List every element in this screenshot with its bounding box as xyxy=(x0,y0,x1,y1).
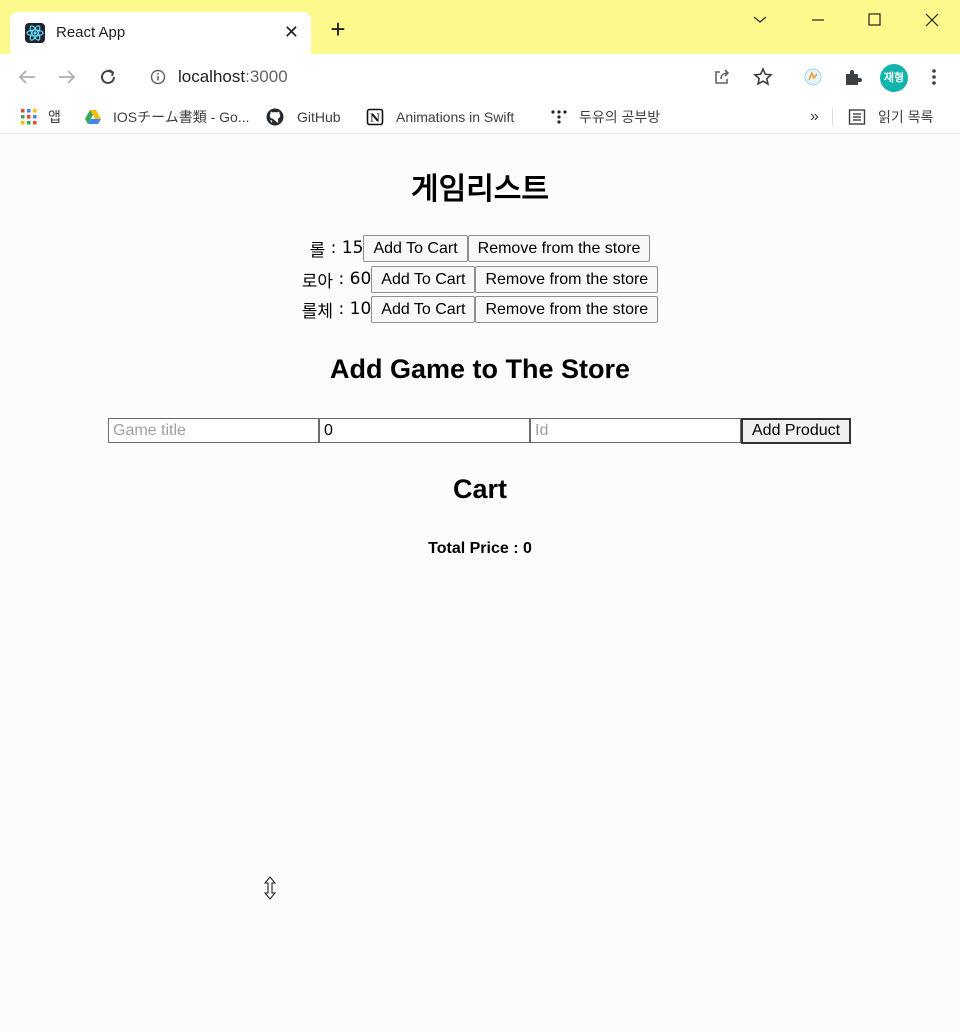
add-game-form: Add Product xyxy=(108,418,852,444)
bookmarks-bar: 앱 IOSチーム書類 - Go... GitHub N Animations i… xyxy=(0,100,960,134)
new-tab-button[interactable]: + xyxy=(326,16,350,42)
reading-list-icon xyxy=(848,108,866,126)
bookmarks-overflow-chevron[interactable]: » xyxy=(810,106,819,128)
remove-from-store-button[interactable]: Remove from the store xyxy=(467,234,651,262)
bookmarks-divider xyxy=(832,108,833,126)
game-name: 롤체 xyxy=(301,301,334,322)
game-name: 롤 xyxy=(309,240,326,261)
profile-avatar[interactable]: 재형 xyxy=(880,64,908,92)
google-drive-icon xyxy=(84,108,102,126)
add-to-cart-button[interactable]: Add To Cart xyxy=(371,295,476,323)
bookmark-github[interactable]: GitHub xyxy=(297,106,341,128)
url-port: :3000 xyxy=(245,67,288,86)
forward-arrow-icon[interactable] xyxy=(55,65,79,89)
game-price: 10 xyxy=(349,299,372,319)
notion-icon: N xyxy=(366,108,384,126)
tab-close-icon[interactable]: ✕ xyxy=(284,21,299,43)
cart-heading: Cart xyxy=(452,474,507,504)
site-info-icon[interactable] xyxy=(150,69,166,85)
more-menu-icon[interactable] xyxy=(922,65,946,89)
remove-from-store-button[interactable]: Remove from the store xyxy=(475,265,659,293)
react-logo-icon xyxy=(25,23,45,43)
share-icon[interactable] xyxy=(710,65,734,89)
dots-logo-icon xyxy=(550,108,568,126)
bookmark-ios-team[interactable]: IOSチーム書類 - Go... xyxy=(113,106,249,128)
game-price: 60 xyxy=(349,269,372,289)
bookmark-animations-swift[interactable]: Animations in Swift xyxy=(396,106,514,128)
back-arrow-icon[interactable] xyxy=(15,65,39,89)
close-window-icon[interactable] xyxy=(920,8,944,32)
total-price: Total Price : 0 xyxy=(428,540,532,557)
game-separator: : xyxy=(333,299,350,319)
game-price-input[interactable] xyxy=(319,418,530,443)
bookmark-apps[interactable]: 앱 xyxy=(48,106,61,128)
tab-title: React App xyxy=(56,24,126,41)
add-product-button[interactable]: Add Product xyxy=(741,418,852,444)
game-list-heading: 게임리스트 xyxy=(411,172,549,207)
game-title-input[interactable] xyxy=(108,418,319,443)
apps-grid-icon xyxy=(20,108,38,126)
bookmark-star-icon[interactable] xyxy=(751,65,775,89)
extension-logo-icon[interactable] xyxy=(801,65,825,89)
url-host: localhost xyxy=(178,67,246,86)
bookmark-duyu-study[interactable]: 두유의 공부방 xyxy=(579,106,660,128)
game-name: 로아 xyxy=(301,271,334,292)
game-row: 롤체 : 10 Add To Cart Remove from the stor… xyxy=(0,295,960,323)
browser-tab[interactable]: React App ✕ xyxy=(10,12,311,54)
resize-cursor-icon xyxy=(263,876,277,900)
reload-icon[interactable] xyxy=(96,65,120,89)
tab-search-chevron-icon[interactable] xyxy=(748,8,772,32)
svg-text:N: N xyxy=(370,112,380,125)
browser-toolbar: localhost:3000 재형 xyxy=(0,54,960,100)
add-game-heading: Add Game to The Store xyxy=(329,354,631,384)
extensions-puzzle-icon[interactable] xyxy=(841,65,865,89)
game-row: 롤 : 15 Add To Cart Remove from the store xyxy=(0,234,960,262)
remove-from-store-button[interactable]: Remove from the store xyxy=(475,295,659,323)
game-price: 15 xyxy=(341,238,364,258)
add-to-cart-button[interactable]: Add To Cart xyxy=(371,265,476,293)
address-bar[interactable]: localhost:3000 xyxy=(136,60,778,94)
game-separator: : xyxy=(325,238,342,258)
github-icon xyxy=(266,108,284,126)
page-content: 게임리스트 롤 : 15 Add To Cart Remove from the… xyxy=(0,134,960,1032)
reading-list-button[interactable]: 읽기 목록 xyxy=(878,106,933,128)
minimize-icon[interactable] xyxy=(806,8,830,32)
title-bar: React App ✕ + xyxy=(0,0,960,54)
url-text[interactable]: localhost:3000 xyxy=(178,67,288,87)
game-separator: : xyxy=(333,269,350,289)
add-to-cart-button[interactable]: Add To Cart xyxy=(363,234,468,262)
game-row: 로아 : 60 Add To Cart Remove from the stor… xyxy=(0,265,960,293)
maximize-icon[interactable] xyxy=(862,8,886,32)
game-id-input[interactable] xyxy=(530,418,741,443)
